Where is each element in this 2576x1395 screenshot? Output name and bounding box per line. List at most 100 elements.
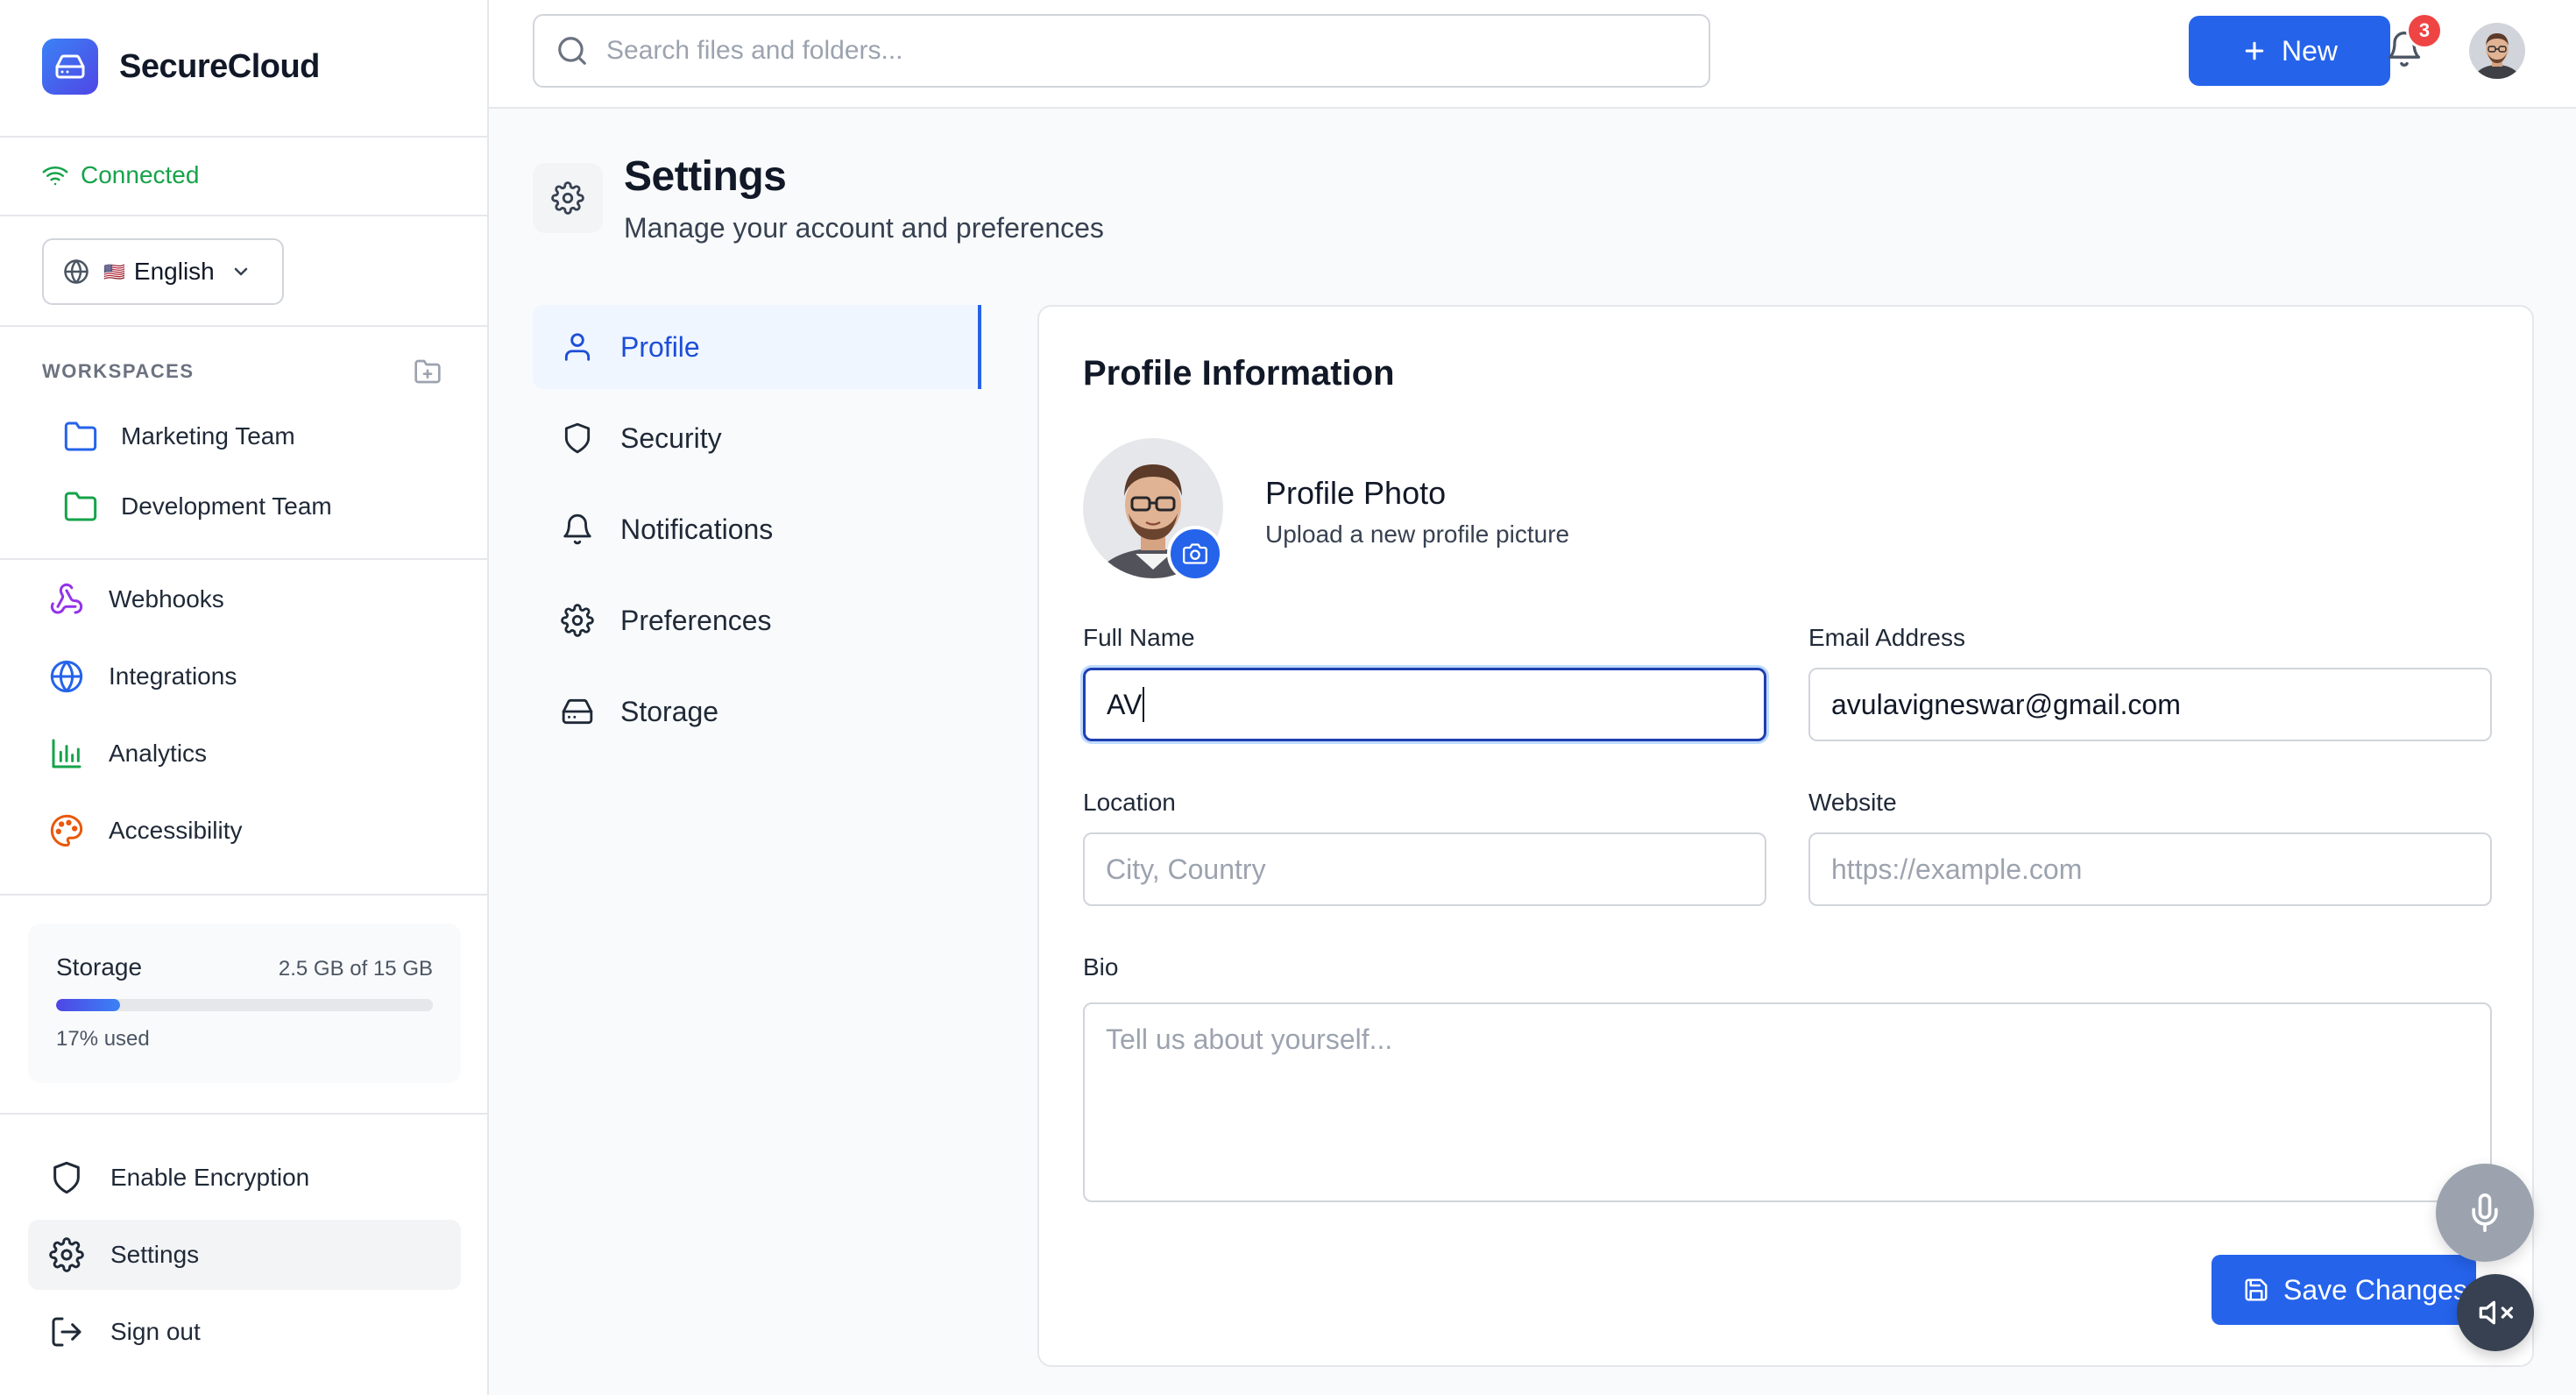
photo-subtitle: Upload a new profile picture [1265, 520, 1570, 548]
language-select[interactable]: 🇺🇸 English [42, 238, 284, 305]
website-input[interactable] [1831, 853, 2490, 886]
tab-label: Notifications [620, 513, 774, 545]
mute-button[interactable] [2457, 1274, 2534, 1351]
language-label: English [133, 258, 215, 285]
divider [0, 894, 487, 896]
nav-item-analytics[interactable]: Analytics [49, 736, 207, 771]
webhook-icon [49, 582, 109, 617]
tab-label: Storage [620, 695, 719, 727]
brand[interactable]: SecureCloud [42, 39, 320, 95]
top-bar: New 3 [489, 0, 2576, 109]
workspace-label: Development Team [121, 492, 332, 520]
globe-icon [49, 659, 109, 694]
location-field[interactable] [1083, 832, 1766, 906]
tab-notifications[interactable]: Notifications [533, 487, 981, 571]
website-field[interactable] [1808, 832, 2492, 906]
folder-icon [63, 419, 121, 454]
workspaces-header: WORKSPACES [42, 358, 442, 386]
divider [0, 215, 487, 216]
full-name-field[interactable]: AV [1083, 668, 1766, 741]
storage-card: Storage 2.5 GB of 15 GB 17% used [28, 924, 461, 1083]
nav-label: Analytics [109, 740, 208, 767]
sidebar: SecureCloud Connected 🇺🇸 English WORKSPA… [0, 0, 489, 1395]
tab-profile[interactable]: Profile [533, 305, 981, 389]
logout-icon [49, 1314, 110, 1349]
gear-icon [561, 604, 620, 637]
hard-drive-icon [561, 695, 620, 728]
bar-chart-icon [49, 736, 109, 771]
nav-label: Integrations [109, 662, 237, 690]
voice-input-button[interactable] [2436, 1164, 2534, 1262]
nav-item-accessibility[interactable]: Accessibility [49, 813, 242, 848]
folder-plus-icon[interactable] [414, 358, 442, 386]
nav-label: Webhooks [109, 585, 224, 613]
email-field[interactable]: avulavigneswar@gmail.com [1808, 668, 2492, 741]
new-button[interactable]: New [2189, 16, 2390, 86]
brand-name: SecureCloud [119, 47, 320, 85]
change-photo-button[interactable] [1167, 526, 1223, 582]
tab-preferences[interactable]: Preferences [533, 578, 981, 662]
storage-size: 2.5 GB of 15 GB [278, 957, 433, 981]
divider [0, 325, 487, 327]
notification-badge: 3 [2406, 12, 2443, 49]
gear-icon [533, 163, 603, 233]
website-label: Website [1808, 789, 1897, 816]
new-button-label: New [2281, 34, 2338, 67]
connection-label: Connected [81, 161, 200, 188]
search-box[interactable] [533, 14, 1710, 88]
avatar[interactable] [2469, 23, 2525, 79]
photo-title: Profile Photo [1265, 475, 1447, 511]
page-title: Settings [624, 153, 787, 200]
gear-icon [49, 1237, 110, 1272]
hard-drive-icon [42, 39, 98, 95]
storage-used-label: 17% used [56, 1027, 150, 1051]
volume-mute-icon [2478, 1295, 2513, 1330]
nav-item-webhooks[interactable]: Webhooks [49, 582, 224, 617]
workspace-item-marketing[interactable]: Marketing Team [63, 419, 295, 454]
microphone-icon [2466, 1193, 2504, 1232]
user-icon [561, 330, 620, 364]
email-label: Email Address [1808, 624, 1965, 651]
full-name-label: Full Name [1083, 624, 1195, 651]
bio-label: Bio [1083, 953, 1119, 981]
tab-label: Profile [620, 330, 700, 363]
globe-icon [63, 258, 89, 285]
save-button-label: Save Changes [2283, 1273, 2467, 1306]
divider [0, 1113, 487, 1115]
nav-label: Accessibility [109, 817, 243, 844]
storage-progress-bar [56, 999, 433, 1011]
save-changes-button[interactable]: Save Changes [2212, 1255, 2476, 1325]
bio-textarea[interactable]: Tell us about yourself... [1083, 1002, 2492, 1202]
search-icon [556, 34, 606, 67]
shield-icon [561, 421, 620, 455]
nav-item-integrations[interactable]: Integrations [49, 659, 237, 694]
tab-storage[interactable]: Storage [533, 669, 981, 754]
panel-title: Profile Information [1083, 354, 1395, 393]
save-icon [2243, 1277, 2283, 1303]
tab-label: Preferences [620, 604, 772, 636]
location-input[interactable] [1106, 853, 1765, 886]
enable-encryption-button[interactable]: Enable Encryption [28, 1143, 461, 1213]
palette-icon [49, 813, 109, 848]
folder-icon [63, 489, 121, 524]
bottom-item-label: Enable Encryption [110, 1164, 310, 1191]
location-label: Location [1083, 789, 1176, 816]
chevron-down-icon [230, 261, 251, 282]
bio-placeholder: Tell us about yourself... [1106, 1023, 1393, 1055]
us-flag-icon: 🇺🇸 [103, 262, 125, 282]
settings-nav-button[interactable]: Settings [28, 1220, 461, 1290]
workspace-item-development[interactable]: Development Team [63, 489, 332, 524]
tab-label: Security [620, 421, 722, 454]
profile-panel: Profile Information Profile Photo Upload… [1037, 305, 2534, 1367]
sign-out-button[interactable]: Sign out [28, 1297, 461, 1367]
wifi-icon [42, 162, 81, 188]
tab-security[interactable]: Security [533, 396, 981, 480]
plus-icon [2241, 38, 2282, 64]
bottom-item-label: Settings [110, 1241, 200, 1268]
storage-title: Storage [56, 953, 143, 981]
full-name-value: AV [1107, 688, 1143, 720]
email-value: avulavigneswar@gmail.com [1831, 688, 2181, 720]
search-input[interactable] [606, 36, 1658, 66]
workspace-label: Marketing Team [121, 422, 295, 450]
connection-status: Connected [42, 161, 199, 189]
